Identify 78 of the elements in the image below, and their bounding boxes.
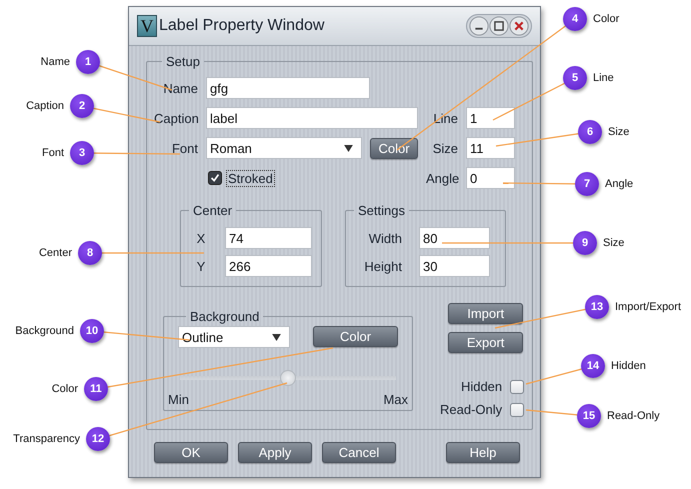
- width-field[interactable]: 80: [419, 227, 490, 249]
- name-field[interactable]: gfg: [206, 77, 370, 99]
- callout-label: Background: [15, 324, 74, 339]
- callout-number: 9: [573, 231, 597, 255]
- min-label: Min: [168, 392, 189, 407]
- callout-label: Size: [603, 236, 624, 251]
- callout-number: 8: [78, 241, 102, 265]
- minimize-icon[interactable]: [469, 16, 489, 36]
- group-title: Background: [189, 309, 260, 324]
- callout-number: 6: [578, 120, 602, 144]
- app-icon: V: [137, 15, 157, 37]
- import-button[interactable]: Import: [448, 303, 524, 324]
- callout-label: Color: [593, 12, 620, 27]
- y-label: Y: [196, 258, 206, 274]
- callout-number: 4: [563, 7, 587, 31]
- callout-number: 12: [86, 427, 110, 451]
- background-dropdown[interactable]: Outline: [178, 326, 290, 348]
- size-label: Size: [432, 140, 458, 156]
- callout-number: 1: [76, 50, 100, 74]
- name-label: Name: [162, 80, 198, 96]
- callout-label: Import/Export: [615, 300, 682, 315]
- callout-label: Color: [52, 382, 78, 397]
- callout-number: 2: [70, 94, 94, 118]
- x-label: X: [196, 230, 206, 246]
- callout-number: 13: [585, 295, 609, 319]
- checkbox-label: Stroked: [226, 170, 275, 186]
- font-label: Font: [170, 140, 198, 156]
- background-color-button[interactable]: Color: [313, 326, 398, 347]
- x-field[interactable]: 74: [225, 227, 312, 249]
- callout-number: 5: [563, 66, 587, 90]
- callout-label: Name: [40, 55, 70, 70]
- hidden-checkbox[interactable]: [510, 380, 524, 394]
- read-only-checkbox[interactable]: [510, 402, 524, 416]
- callout-label: Center: [38, 246, 72, 261]
- angle-field[interactable]: 0: [466, 167, 515, 189]
- caret-icon: [344, 144, 353, 152]
- callout-label: Line: [593, 71, 614, 86]
- height-field[interactable]: 30: [419, 255, 490, 277]
- dialog-button[interactable]: Help: [446, 442, 520, 463]
- font-dropdown[interactable]: Roman: [206, 137, 362, 159]
- slider-thumb[interactable]: [280, 370, 296, 386]
- callout-number: 7: [575, 172, 599, 196]
- callout-label: Transparency: [13, 432, 80, 447]
- callout-number: 15: [577, 404, 601, 428]
- dialog-button[interactable]: Cancel: [322, 442, 396, 463]
- callout-label: Angle: [605, 177, 634, 192]
- max-label: Max: [383, 392, 408, 407]
- group-title: Settings: [357, 203, 406, 218]
- callout-number: 10: [80, 319, 104, 343]
- callout-label: Read-Only: [607, 409, 660, 424]
- angle-label: Angle: [426, 170, 458, 186]
- width-label: Width: [368, 230, 402, 246]
- export-button[interactable]: Export: [448, 332, 524, 353]
- callout-label: Caption: [26, 99, 64, 114]
- window-title: Label Property Window: [159, 17, 324, 35]
- hidden-label: Hidden: [460, 379, 502, 394]
- caption-label: Caption: [154, 110, 198, 126]
- dialog-button[interactable]: Apply: [238, 442, 312, 463]
- caption-field[interactable]: label: [206, 107, 418, 129]
- height-label: Height: [363, 258, 402, 274]
- close-icon[interactable]: [509, 16, 529, 36]
- caret-icon: [272, 334, 281, 340]
- maximize-icon[interactable]: [489, 16, 509, 36]
- read-only-label: Read-Only: [440, 402, 502, 417]
- stroked-checkbox[interactable]: [208, 171, 222, 185]
- callout-label: Hidden: [611, 359, 646, 374]
- dialog-button[interactable]: OK: [154, 442, 228, 463]
- y-field[interactable]: 266: [225, 255, 312, 277]
- callout-label: Font: [42, 146, 64, 161]
- font-color-button[interactable]: Color: [370, 138, 418, 158]
- callout-number: 14: [581, 354, 605, 378]
- callout-number: 3: [70, 141, 94, 165]
- callout-number: 11: [84, 377, 108, 401]
- size-field[interactable]: 11: [466, 137, 515, 159]
- group-title: Center: [192, 203, 234, 218]
- line-field[interactable]: 1: [466, 107, 515, 129]
- group-title: Setup: [165, 54, 201, 69]
- callout-label: Size: [608, 125, 630, 140]
